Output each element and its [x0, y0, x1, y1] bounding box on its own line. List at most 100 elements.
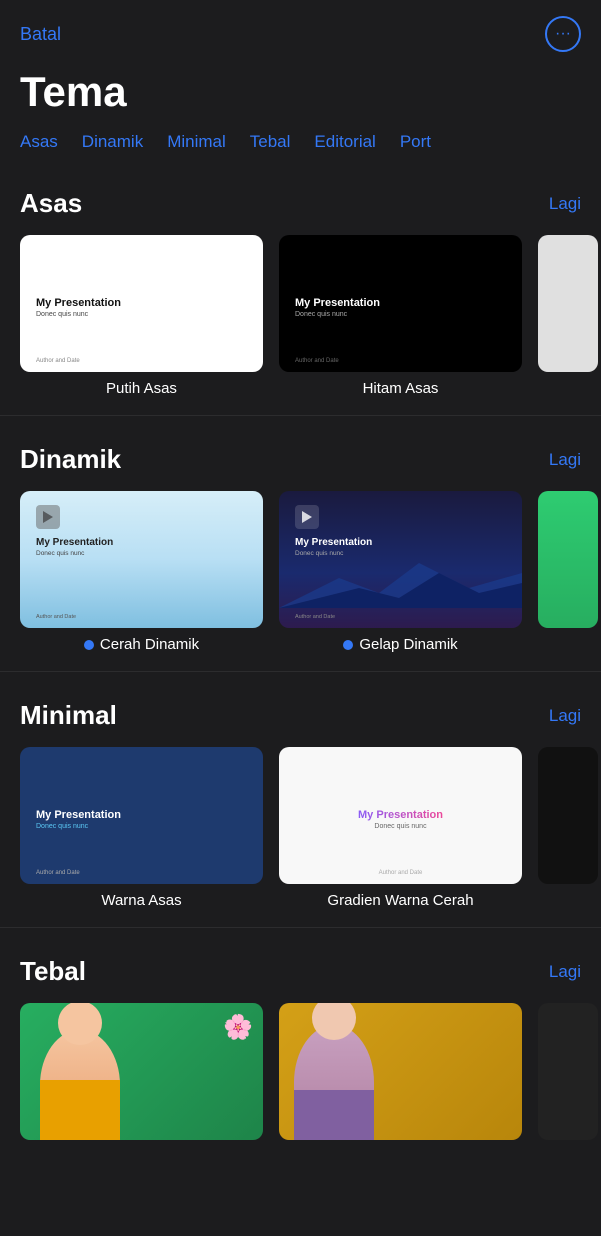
thumb-cerah-dinamik: My Presentation Donec quis nunc Author a… [20, 491, 263, 628]
page-title: Tema [0, 60, 601, 132]
section-asas-header: Asas Lagi [20, 188, 581, 219]
dot-label-cerah: Cerah Dinamik [84, 636, 199, 653]
thumb-tebal-2 [279, 1003, 522, 1140]
thumb-author: Author and Date [36, 358, 80, 364]
thumb-title: My Presentation [36, 297, 247, 309]
minimal-cards-row: My Presentation Donec quis nunc Author a… [20, 747, 581, 909]
asas-more-button[interactable]: Lagi [549, 194, 581, 214]
divider-dinamik-minimal [0, 671, 601, 672]
tab-minimal[interactable]: Minimal [167, 132, 226, 152]
thumb-warna-asas: My Presentation Donec quis nunc Author a… [20, 747, 263, 884]
theme-putih-asas[interactable]: My Presentation Donec quis nunc Author a… [20, 235, 263, 397]
thumb-asas-partial [538, 235, 598, 372]
theme-dinamik-partial[interactable] [538, 491, 598, 653]
tebal-more-button[interactable]: Lagi [549, 962, 581, 982]
photo-overlay-2 [279, 1003, 522, 1140]
thumb-subtitle: Donec quis nunc [36, 550, 247, 557]
section-tebal-header: Tebal Lagi [20, 956, 581, 987]
tab-asas[interactable]: Asas [20, 132, 58, 152]
thumb-gradien-warna-cerah: My Presentation Donec quis nunc Author a… [279, 747, 522, 884]
thumb-tebal-1: 🌸 [20, 1003, 263, 1140]
dot-cerah [84, 640, 94, 650]
thumb-subtitle: Donec quis nunc [374, 823, 426, 830]
tab-port[interactable]: Port [400, 132, 431, 152]
divider-minimal-tebal [0, 927, 601, 928]
thumb-subtitle: Donec quis nunc [36, 823, 247, 830]
thumb-title: My Presentation [295, 537, 506, 548]
theme-asas-partial[interactable] [538, 235, 598, 397]
section-minimal-title: Minimal [20, 700, 117, 731]
section-tebal: Tebal Lagi 🌸 [0, 936, 601, 1150]
thumb-author: Author and Date [295, 614, 335, 620]
thumb-warna-inner: My Presentation Donec quis nunc Author a… [20, 747, 263, 884]
thumb-putih-asas: My Presentation Donec quis nunc Author a… [20, 235, 263, 372]
cancel-button[interactable]: Batal [20, 24, 61, 45]
thumb-tebal-partial [538, 1003, 598, 1140]
theme-gelap-dinamik[interactable]: My Presentation Donec quis nunc Author a… [279, 491, 522, 653]
flower-decoration: 🌸 [223, 1013, 253, 1042]
theme-tebal-partial[interactable] [538, 1003, 598, 1140]
thumb-black-basic-inner: My Presentation Donec quis nunc Author a… [279, 235, 522, 372]
tab-dinamik[interactable]: Dinamik [82, 132, 143, 152]
section-tebal-title: Tebal [20, 956, 86, 987]
more-options-button[interactable]: ··· [545, 16, 581, 52]
section-minimal: Minimal Lagi My Presentation Donec quis … [0, 680, 601, 919]
thumb-gelap-dinamik: My Presentation Donec quis nunc Author a… [279, 491, 522, 628]
theme-warna-asas[interactable]: My Presentation Donec quis nunc Author a… [20, 747, 263, 909]
person-shirt-2 [294, 1090, 374, 1140]
header: Batal ··· [0, 0, 601, 60]
thumb-author: Author and Date [36, 870, 80, 876]
section-dinamik-title: Dinamik [20, 444, 121, 475]
thumb-author: Author and Date [36, 614, 76, 620]
divider-asas-dinamik [0, 415, 601, 416]
play-icon-cerah [36, 505, 60, 529]
tab-tebal[interactable]: Tebal [250, 132, 291, 152]
section-dinamik: Dinamik Lagi My Presentation Donec quis … [0, 424, 601, 663]
theme-tebal-2[interactable] [279, 1003, 522, 1140]
dinamik-more-button[interactable]: Lagi [549, 450, 581, 470]
section-dinamik-header: Dinamik Lagi [20, 444, 581, 475]
thumb-dinamik-partial [538, 491, 598, 628]
tebal-cards-row: 🌸 [20, 1003, 581, 1140]
dot-label-gelap: Gelap Dinamik [343, 636, 457, 653]
thumb-author: Author and Date [295, 358, 339, 364]
thumb-gelap-inner: My Presentation Donec quis nunc Author a… [279, 491, 522, 628]
dinamik-cards-row: My Presentation Donec quis nunc Author a… [20, 491, 581, 653]
theme-label-warna-asas: Warna Asas [101, 892, 181, 909]
dot-gelap [343, 640, 353, 650]
tabs-row: Asas Dinamik Minimal Tebal Editorial Por… [0, 132, 601, 168]
photo-overlay: 🌸 [20, 1003, 263, 1140]
minimal-more-button[interactable]: Lagi [549, 706, 581, 726]
thumb-author: Author and Date [379, 870, 423, 876]
asas-cards-row: My Presentation Donec quis nunc Author a… [20, 235, 581, 397]
thumb-white-basic-inner: My Presentation Donec quis nunc Author a… [20, 235, 263, 372]
mountain-svg [279, 558, 522, 608]
thumb-subtitle: Donec quis nunc [295, 550, 506, 557]
person-shirt [40, 1080, 120, 1140]
theme-label-cerah-dinamik: Cerah Dinamik [100, 636, 199, 653]
theme-tebal-1[interactable]: 🌸 [20, 1003, 263, 1140]
section-asas: Asas Lagi My Presentation Donec quis nun… [0, 168, 601, 407]
thumb-subtitle: Donec quis nunc [36, 311, 247, 318]
thumb-subtitle: Donec quis nunc [295, 311, 506, 318]
thumb-title: My Presentation [358, 809, 443, 821]
thumb-cerah-inner: My Presentation Donec quis nunc Author a… [20, 491, 263, 628]
thumb-gradien-inner: My Presentation Donec quis nunc Author a… [279, 747, 522, 884]
play-icon-gelap [295, 505, 319, 529]
section-asas-title: Asas [20, 188, 82, 219]
more-icon: ··· [555, 25, 571, 43]
theme-label-hitam-asas: Hitam Asas [363, 380, 439, 397]
theme-label-gradien-warna-cerah: Gradien Warna Cerah [327, 892, 473, 909]
play-triangle [43, 511, 53, 523]
thumb-title: My Presentation [295, 297, 506, 309]
theme-minimal-partial[interactable] [538, 747, 598, 909]
theme-label-gelap-dinamik: Gelap Dinamik [359, 636, 457, 653]
theme-cerah-dinamik[interactable]: My Presentation Donec quis nunc Author a… [20, 491, 263, 653]
tab-editorial[interactable]: Editorial [314, 132, 375, 152]
theme-gradien-warna-cerah[interactable]: My Presentation Donec quis nunc Author a… [279, 747, 522, 909]
thumb-hitam-asas: My Presentation Donec quis nunc Author a… [279, 235, 522, 372]
play-triangle [302, 511, 312, 523]
person-head [58, 1003, 102, 1045]
theme-hitam-asas[interactable]: My Presentation Donec quis nunc Author a… [279, 235, 522, 397]
thumb-minimal-partial [538, 747, 598, 884]
